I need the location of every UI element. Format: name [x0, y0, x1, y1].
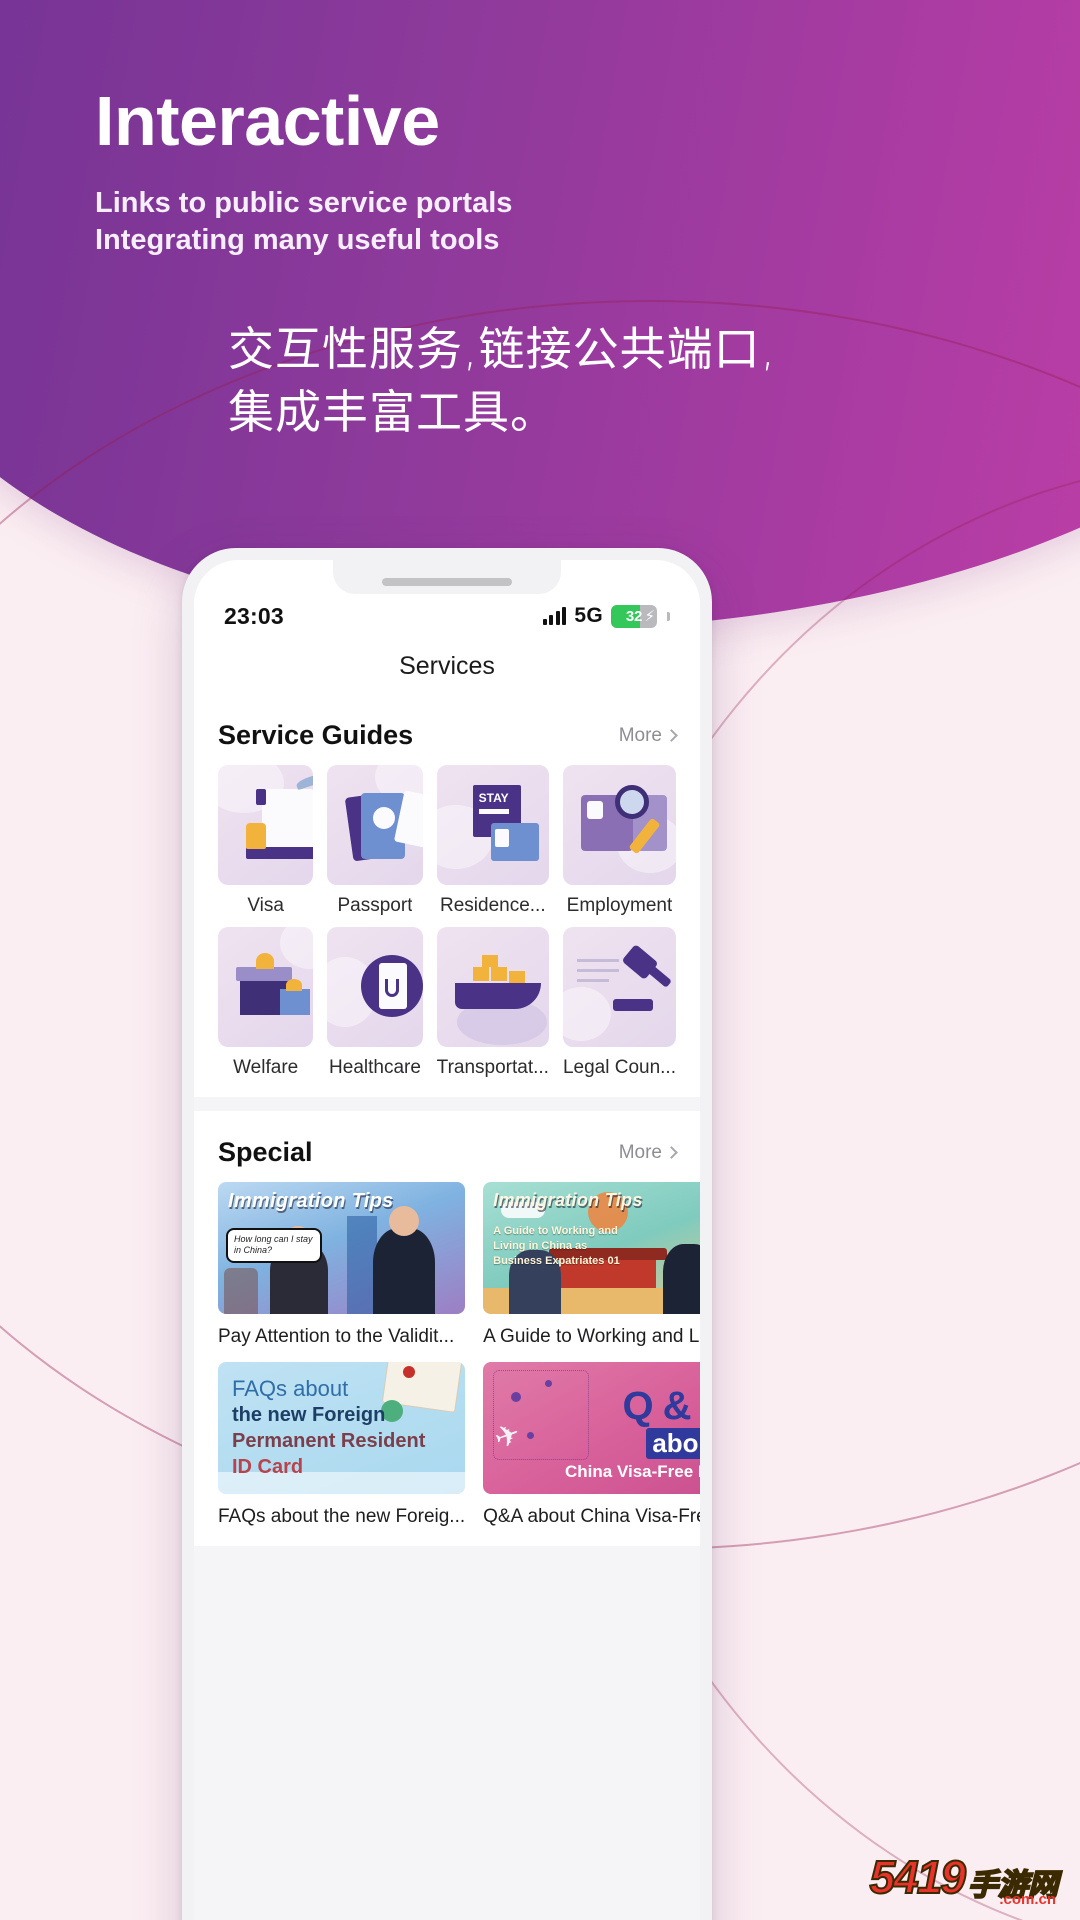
service-tile-welfare[interactable]: Welfare — [218, 927, 314, 1079]
special-card-art-line-2: the new Foreign — [232, 1404, 386, 1426]
watermark-number: 5419 — [869, 1850, 967, 1904]
employment-badge-magnifier-icon — [562, 765, 676, 885]
service-tile-label: Welfare — [233, 1057, 299, 1078]
service-tile-label: Legal Coun... — [562, 1057, 676, 1078]
hero-text-block: Interactive Links to public service port… — [95, 82, 512, 259]
special-card-faqs-id-card[interactable]: FAQs about the new Foreign Permanent Res… — [218, 1362, 466, 1528]
app-content[interactable]: Service Guides More Visa Passport STAY R… — [194, 694, 700, 1920]
special-card-art-title: Immigration Tips — [228, 1190, 394, 1212]
service-tile-label: Residence... — [440, 895, 546, 916]
special-card-caption: Q&A about China Visa-Free... — [483, 1506, 700, 1527]
special-card-thumbnail: FAQs about the new Foreign Permanent Res… — [218, 1362, 466, 1494]
special-card-guide-working-living[interactable]: Immigration Tips A Guide to Working and … — [483, 1182, 700, 1348]
special-card-art-line-4: ID Card — [232, 1456, 304, 1478]
service-tile-transportation[interactable]: Transportat... — [436, 927, 549, 1079]
hero-subtitle: Links to public service portals Integrat… — [95, 185, 512, 259]
hero-title: Interactive — [95, 82, 440, 160]
special-card-speech-bubble: How long can I stay in China? — [226, 1228, 322, 1263]
service-tile-employment[interactable]: Employment — [562, 765, 676, 917]
more-label: More — [618, 724, 662, 746]
special-card-caption: A Guide to Working and Livi... — [483, 1326, 700, 1347]
chevron-right-icon — [665, 1146, 678, 1159]
phone-mockup: 23:03 5G 32 ⚡ Services Service Guides Mo… — [182, 548, 712, 1920]
hero-chinese-line-1: 交互性服务,链接公共端口, — [228, 322, 777, 376]
network-type-label: 5G — [574, 604, 603, 627]
chevron-right-icon — [665, 729, 678, 742]
special-header: Special More — [218, 1111, 678, 1182]
special-card-art-line-1: FAQs about — [232, 1376, 349, 1401]
special-card-art-line-2: about — [646, 1428, 700, 1459]
service-tile-label: Passport — [337, 895, 413, 916]
page-title: Services — [399, 651, 495, 680]
special-grid: Immigration Tips How long can I stay in … — [218, 1182, 700, 1528]
special-card-caption: FAQs about the new Foreig... — [218, 1506, 466, 1527]
watermark-domain: .com.cn — [999, 1891, 1056, 1908]
service-tile-healthcare[interactable]: Healthcare — [327, 927, 423, 1079]
gift-boxes-icon — [218, 927, 314, 1047]
service-tile-passport[interactable]: Passport — [327, 765, 423, 917]
service-tile-visa[interactable]: Visa — [218, 765, 314, 917]
section-title: Special — [218, 1137, 313, 1167]
hero-subtitle-line-2: Integrating many useful tools — [95, 223, 500, 256]
watermark: 5419 手游网 .com.cn — [869, 1850, 1059, 1908]
status-icons: 5G 32 ⚡ — [542, 604, 670, 628]
section-divider — [194, 1097, 700, 1111]
special-section: Special More Immigration Tips How long c… — [194, 1111, 700, 1546]
service-tile-label: Employment — [566, 895, 673, 916]
hero-subtitle-line-1: Links to public service portals — [95, 186, 513, 219]
cargo-ship-icon — [436, 927, 549, 1047]
service-tile-residence[interactable]: STAY Residence... — [436, 765, 549, 917]
special-card-art-subtitle: A Guide to Working and Living in China a… — [493, 1225, 620, 1267]
special-card-art-line-1: Q & A — [622, 1384, 700, 1428]
hero-chinese-text: 交互性服务,链接公共端口, 集成丰富工具。 — [228, 318, 776, 445]
nav-bar: Services — [194, 638, 700, 694]
charging-bolt-icon: ⚡ — [644, 608, 655, 625]
passport-globe-icon — [327, 765, 423, 885]
page-root: Interactive Links to public service port… — [0, 0, 1080, 1920]
phone-speaker — [382, 578, 512, 586]
status-bar: 23:03 5G 32 ⚡ — [194, 596, 700, 636]
phone-screen: 23:03 5G 32 ⚡ Services Service Guides Mo… — [194, 560, 700, 1920]
special-card-art-title: Immigration Tips — [493, 1190, 643, 1210]
special-card-art-line-3: Permanent Resident — [232, 1430, 426, 1452]
section-title: Service Guides — [218, 720, 414, 750]
special-card-thumbnail: ✈ Q & A about China Visa-Free Poli — [483, 1362, 700, 1494]
special-card-thumbnail: Immigration Tips A Guide to Working and … — [483, 1182, 700, 1314]
special-card-thumbnail: Immigration Tips How long can I stay in … — [218, 1182, 466, 1314]
service-tile-legal[interactable]: Legal Coun... — [562, 927, 676, 1079]
service-guides-more-button[interactable]: More — [618, 724, 678, 747]
stethoscope-clipboard-icon — [327, 927, 423, 1047]
service-tile-label: Visa — [247, 895, 284, 916]
hero-chinese-line-2: 集成丰富工具。 — [228, 385, 557, 440]
service-guides-grid: Visa Passport STAY Residence... Employme… — [218, 765, 676, 1079]
battery-cap — [667, 611, 670, 621]
visa-stamp-document-icon — [218, 765, 314, 885]
status-time: 23:03 — [224, 602, 284, 629]
service-guides-section: Service Guides More Visa Passport STAY R… — [194, 694, 700, 1097]
phone-notch — [333, 560, 561, 594]
signal-bars-icon — [542, 607, 567, 625]
gavel-icon — [562, 927, 676, 1047]
service-guides-header: Service Guides More — [218, 694, 678, 765]
service-tile-label: Healthcare — [329, 1057, 421, 1078]
special-card-qa-visa-free[interactable]: ✈ Q & A about China Visa-Free Poli Q&A a… — [483, 1362, 700, 1528]
battery-charging-icon: 32 ⚡ — [611, 604, 657, 628]
special-card-art-line-3: China Visa-Free Poli — [565, 1462, 700, 1481]
special-card-immigration-tips-validity[interactable]: Immigration Tips How long can I stay in … — [218, 1182, 466, 1348]
special-card-caption: Pay Attention to the Validit... — [218, 1326, 455, 1347]
service-tile-label: Transportat... — [436, 1057, 549, 1078]
special-more-button[interactable]: More — [618, 1141, 678, 1164]
more-label: More — [618, 1141, 662, 1163]
stay-id-card-icon: STAY — [436, 765, 549, 885]
